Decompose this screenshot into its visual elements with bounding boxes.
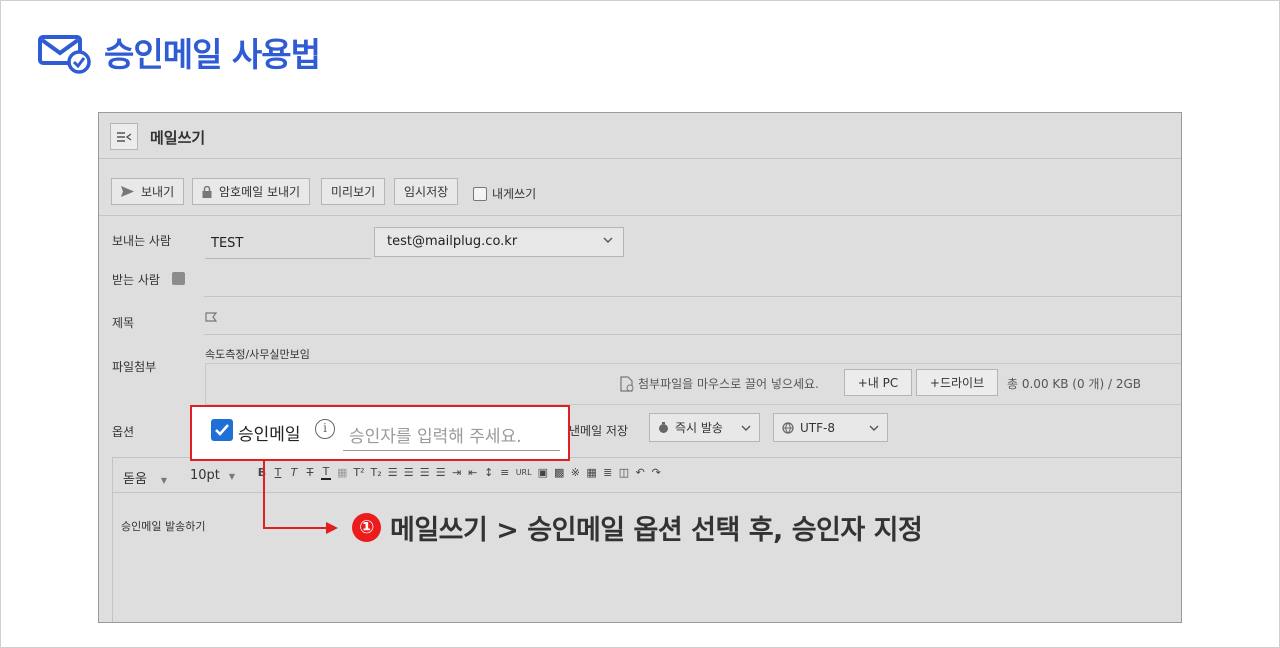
special-char-icon[interactable]: ※	[570, 466, 580, 479]
attachment-total-size: 총 0.00 KB (0 개) / 2GB	[1007, 377, 1141, 391]
timer-icon	[659, 421, 668, 433]
approval-checkbox[interactable]	[211, 419, 233, 441]
checkmark-icon	[215, 424, 229, 436]
preview-label: 미리보기	[331, 185, 376, 199]
drop-hint: 첨부파일을 마우스로 끌어 넣으세요.	[620, 375, 819, 392]
indent-icon[interactable]: ⇥	[452, 466, 462, 479]
draft-button[interactable]: 임시저장	[394, 178, 459, 205]
approval-mail-label: 승인메일	[238, 425, 301, 445]
send-label: 보내기	[141, 185, 175, 199]
caret-down-icon: ▼	[160, 476, 168, 485]
to-self-label: 내게쓰기	[492, 187, 537, 201]
step-annotation: ① 메일쓰기 > 승인메일 옵션 선택 후, 승인자 지정	[352, 508, 923, 547]
undo-icon[interactable]: ↶	[635, 466, 645, 479]
attach-label: 파일첨부	[112, 360, 157, 374]
font-family-select[interactable]: 돋움 ▼	[123, 468, 167, 487]
subject-label: 제목	[112, 316, 135, 330]
secure-send-button[interactable]: 암호메일 보내기	[192, 178, 311, 205]
sender-email-select[interactable]: test@mailplug.co.kr	[374, 227, 624, 257]
globe-icon	[782, 421, 794, 434]
send-timing-value: 즉시 발송	[675, 421, 723, 435]
send-button[interactable]: 보내기	[111, 178, 185, 205]
subscript-icon[interactable]: T₂	[371, 466, 382, 479]
save-sent-option[interactable]: 낸메일 저장	[569, 422, 628, 439]
align-justify-icon[interactable]: ☰	[436, 466, 446, 479]
redo-icon[interactable]: ↷	[651, 466, 661, 479]
font-family-value: 돋움	[123, 472, 147, 487]
add-pc-button[interactable]: +내 PC	[844, 369, 912, 396]
editor-body-text: 승인메일 발송하기	[121, 520, 206, 533]
callout-arrow	[263, 460, 338, 534]
sender-label: 보내는 사람	[112, 234, 172, 248]
sender-name-field[interactable]: TEST	[205, 231, 371, 259]
font-size-value: 10pt	[190, 468, 220, 483]
secure-send-label: 암호메일 보내기	[219, 185, 301, 199]
window-title: 메일쓰기	[150, 129, 206, 147]
to-self-box[interactable]	[473, 186, 487, 201]
line-height-icon[interactable]: ↕	[484, 466, 494, 479]
caret-down-icon: ▼	[228, 472, 236, 481]
image-icon[interactable]: ▣	[538, 466, 548, 479]
table-icon[interactable]: ▦	[586, 466, 596, 479]
send-timing-select[interactable]: 즉시 발송	[649, 413, 760, 442]
align-left-icon[interactable]: ☰	[388, 466, 398, 479]
recipient-label: 받는 사람	[112, 273, 160, 287]
chevron-down-icon	[603, 237, 613, 243]
flag-icon[interactable]	[205, 312, 217, 324]
window-titlebar: 메일쓰기	[99, 113, 1181, 159]
recipient-expand-icon[interactable]	[172, 272, 185, 285]
encoding-value: UTF-8	[800, 420, 835, 435]
hr-icon[interactable]: ≣	[603, 466, 613, 479]
outdent-icon[interactable]: ⇤	[468, 466, 478, 479]
paper-plane-icon	[121, 186, 134, 197]
mail-check-icon	[38, 35, 91, 74]
page-title: 승인메일 사용법	[104, 35, 321, 74]
step-number-badge: ①	[352, 513, 381, 542]
lock-icon	[202, 185, 212, 198]
list-icon[interactable]: ≡	[500, 466, 510, 479]
link-icon[interactable]: URL	[516, 468, 532, 477]
add-drive-button[interactable]: +드라이브	[916, 369, 998, 396]
collapse-menu-button[interactable]	[110, 123, 138, 150]
preview-button[interactable]: 미리보기	[321, 178, 386, 205]
sender-email-value: test@mailplug.co.kr	[387, 234, 518, 249]
compose-toolbar: 보내기 암호메일 보내기 미리보기 임시저장 내게쓰기	[99, 159, 1181, 216]
to-self-checkbox[interactable]: 내게쓰기	[473, 185, 536, 202]
draft-label: 임시저장	[404, 185, 449, 199]
media-icon[interactable]: ▩	[554, 466, 564, 479]
align-right-icon[interactable]: ☰	[420, 466, 430, 479]
file-add-icon	[620, 375, 634, 392]
drop-hint-text: 첨부파일을 마우스로 끌어 넣으세요.	[638, 377, 819, 391]
approval-option-highlight: 승인메일 i 승인자를 입력해 주세요.	[190, 405, 570, 461]
source-icon[interactable]: ◫	[619, 466, 629, 479]
step-annotation-text: 메일쓰기 > 승인메일 옵션 선택 후, 승인자 지정	[390, 515, 923, 546]
page-header: 승인메일 사용법	[38, 28, 321, 76]
collapse-menu-icon	[117, 131, 132, 142]
chevron-down-icon	[741, 425, 751, 431]
recipient-underline	[204, 296, 1181, 297]
align-center-icon[interactable]: ☰	[404, 466, 414, 479]
chevron-down-icon	[869, 425, 879, 431]
info-icon[interactable]: i	[315, 419, 335, 439]
approver-input[interactable]: 승인자를 입력해 주세요.	[343, 415, 560, 451]
superscript-icon[interactable]: T²	[353, 466, 364, 479]
font-size-select[interactable]: 10pt ▼	[190, 468, 235, 483]
options-label: 옵션	[112, 425, 135, 439]
encoding-select[interactable]: UTF-8	[773, 413, 888, 442]
subject-underline	[204, 334, 1181, 335]
attached-file-name: 속도측정/사무실만보임	[205, 348, 310, 361]
